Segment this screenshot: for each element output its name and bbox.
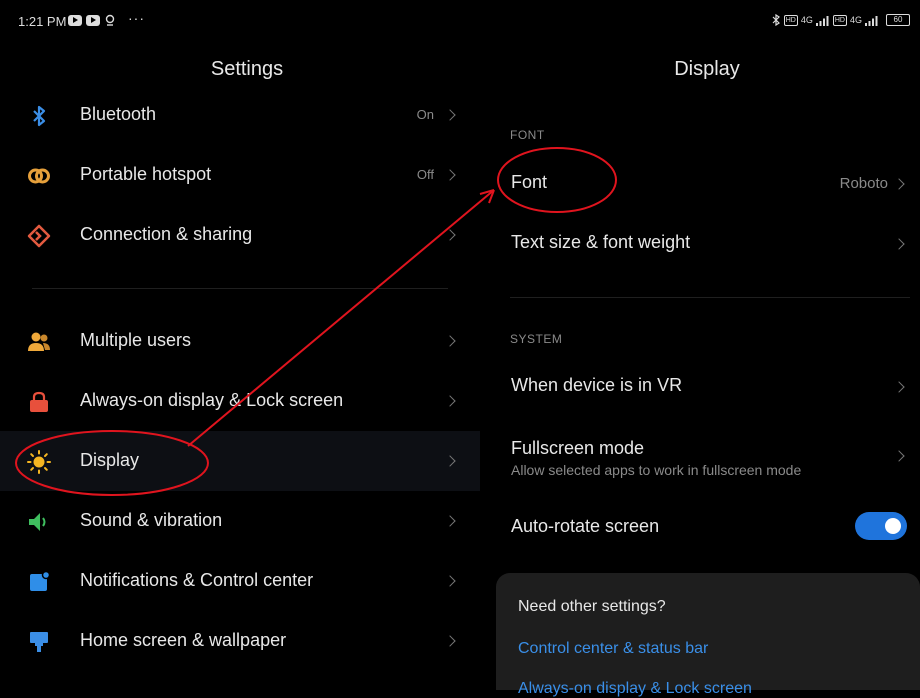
settings-item-label: Sound & vibration bbox=[80, 510, 223, 530]
settings-item-bluetooth[interactable]: Bluetooth On bbox=[0, 85, 480, 145]
chevron-right-icon bbox=[444, 575, 456, 587]
settings-item-always-on-display[interactable]: Always-on display & Lock screen bbox=[0, 371, 480, 431]
font-label: Font bbox=[511, 172, 548, 192]
fullscreen-mode-subtitle: Allow selected apps to work in fullscree… bbox=[511, 462, 802, 478]
chevron-right-icon bbox=[444, 395, 456, 407]
connection-sharing-icon bbox=[26, 223, 52, 249]
signal-icon bbox=[815, 15, 829, 26]
settings-item-value: Off bbox=[416, 167, 434, 182]
text-size-row[interactable]: Text size & font weight bbox=[494, 214, 920, 274]
vr-label: When device is in VR bbox=[511, 375, 683, 395]
other-settings-title: Need other settings? bbox=[518, 598, 666, 615]
chevron-right-icon bbox=[893, 238, 905, 250]
section-header-system: SYSTEM bbox=[510, 332, 563, 346]
chevron-right-icon bbox=[893, 178, 905, 190]
users-icon bbox=[26, 329, 52, 355]
section-divider bbox=[510, 297, 910, 298]
fullscreen-mode-row[interactable]: Fullscreen mode Allow selected apps to w… bbox=[494, 420, 920, 490]
settings-item-portable-hotspot[interactable]: Portable hotspot Off bbox=[0, 145, 480, 205]
settings-item-sound-vibration[interactable]: Sound & vibration bbox=[0, 491, 480, 551]
settings-item-label: Connection & sharing bbox=[80, 224, 253, 244]
settings-item-label: Display bbox=[80, 450, 140, 470]
more-notifications-icon: ··· bbox=[128, 10, 145, 26]
youtube-icon bbox=[68, 14, 82, 26]
status-notification-icons bbox=[68, 14, 116, 26]
lock-icon bbox=[26, 389, 52, 415]
network-type-right: 4G bbox=[849, 15, 862, 25]
font-row[interactable]: Font Roboto bbox=[494, 154, 920, 214]
settings-item-label: Notifications & Control center bbox=[80, 570, 314, 590]
annotation-arrow-head bbox=[479, 189, 495, 204]
auto-rotate-row[interactable]: Auto-rotate screen bbox=[494, 498, 920, 558]
auto-rotate-label: Auto-rotate screen bbox=[511, 516, 660, 536]
settings-item-multiple-users[interactable]: Multiple users bbox=[0, 311, 480, 371]
chevron-right-icon bbox=[444, 335, 456, 347]
chevron-right-icon bbox=[444, 169, 456, 181]
settings-item-label: Bluetooth bbox=[80, 104, 157, 124]
toggle-knob bbox=[885, 518, 901, 534]
network-type-left: 4G bbox=[800, 15, 813, 25]
bluetooth-status-icon bbox=[772, 14, 780, 26]
chevron-right-icon bbox=[893, 450, 905, 462]
fullscreen-mode-label: Fullscreen mode bbox=[511, 438, 645, 458]
chevron-right-icon bbox=[444, 109, 456, 121]
settings-item-notifications[interactable]: Notifications & Control center bbox=[0, 551, 480, 611]
vr-row[interactable]: When device is in VR bbox=[494, 357, 920, 417]
settings-item-display[interactable]: Display bbox=[0, 431, 480, 491]
hotspot-icon bbox=[26, 163, 52, 189]
settings-item-label: Portable hotspot bbox=[80, 164, 212, 184]
bluetooth-icon bbox=[26, 103, 52, 129]
chevron-right-icon bbox=[444, 515, 456, 527]
link-always-on-display[interactable]: Always-on display & Lock screen bbox=[518, 680, 752, 698]
section-header-font: FONT bbox=[510, 128, 545, 142]
settings-item-home-screen[interactable]: Home screen & wallpaper bbox=[0, 611, 480, 671]
hd-badge: HD bbox=[783, 14, 798, 26]
hd-badge: HD bbox=[832, 14, 847, 26]
status-bar: 1:21 PM ··· HD 4G HD 4G 60 bbox=[0, 0, 920, 44]
brush-icon bbox=[26, 629, 52, 655]
settings-item-label: Multiple users bbox=[80, 330, 192, 350]
auto-rotate-toggle[interactable] bbox=[855, 512, 907, 540]
settings-item-label: Home screen & wallpaper bbox=[80, 630, 287, 650]
status-system-icons: HD 4G HD 4G 60 bbox=[771, 14, 910, 26]
font-value: Roboto bbox=[839, 175, 888, 192]
settings-item-value: On bbox=[416, 107, 434, 122]
youtube-icon bbox=[86, 14, 100, 26]
chevron-right-icon bbox=[444, 229, 456, 241]
sun-icon bbox=[26, 449, 52, 475]
notifications-icon bbox=[26, 569, 52, 595]
other-settings-card: Need other settings? Control center & st… bbox=[496, 573, 920, 697]
status-time: 1:21 PM bbox=[18, 14, 67, 29]
signal-icon bbox=[865, 15, 878, 26]
section-divider bbox=[32, 288, 448, 289]
chevron-right-icon bbox=[444, 455, 456, 467]
battery-indicator: 60 bbox=[886, 14, 910, 26]
chevron-right-icon bbox=[893, 381, 905, 393]
location-icon bbox=[105, 14, 115, 26]
display-title: Display bbox=[674, 58, 740, 80]
settings-title: Settings bbox=[210, 58, 284, 80]
link-control-center[interactable]: Control center & status bar bbox=[518, 640, 708, 658]
settings-item-connection-sharing[interactable]: Connection & sharing bbox=[0, 205, 480, 265]
text-size-label: Text size & font weight bbox=[511, 232, 691, 252]
settings-item-label: Always-on display & Lock screen bbox=[80, 390, 344, 410]
speaker-icon bbox=[26, 509, 52, 535]
chevron-right-icon bbox=[444, 635, 456, 647]
